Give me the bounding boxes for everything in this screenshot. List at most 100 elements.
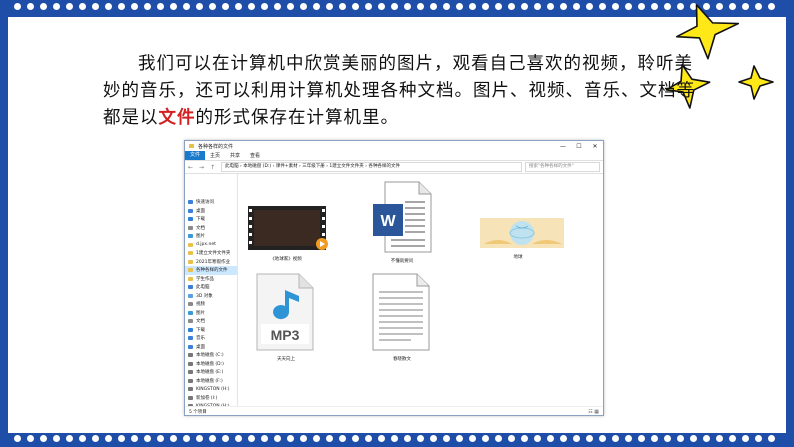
frame-dot	[313, 435, 320, 442]
nav-item[interactable]: 3D 对象	[185, 292, 237, 301]
frame-dot	[417, 435, 424, 442]
nav-item[interactable]: 文档	[185, 224, 237, 233]
frame-dot	[534, 3, 541, 10]
frame-dot	[586, 435, 593, 442]
nav-folder-icon	[188, 208, 193, 213]
mp3-text: MP3	[271, 327, 300, 343]
nav-item[interactable]: 学生作品	[185, 275, 237, 284]
nav-item[interactable]: 桌面	[185, 207, 237, 216]
nav-item[interactable]: 桌面	[185, 343, 237, 352]
nav-item[interactable]: 本地磁盘 (D:)	[185, 360, 237, 369]
maximize-button[interactable]: ☐	[571, 143, 587, 150]
nav-item[interactable]: 各种各样的文件	[185, 266, 237, 275]
nav-item[interactable]: 下载	[185, 326, 237, 335]
nav-item[interactable]: 本地磁盘 (F:)	[185, 377, 237, 386]
nav-folder-icon	[188, 242, 193, 247]
frame-dot	[326, 435, 333, 442]
back-arrow-icon[interactable]: ←	[185, 164, 196, 171]
nav-folder-icon	[188, 336, 193, 341]
nav-item[interactable]: KINGSTON (H:)	[185, 385, 237, 394]
frame-dot	[404, 3, 411, 10]
frame-dot	[118, 3, 125, 10]
nav-item[interactable]: 本地磁盘 (C:)	[185, 351, 237, 360]
nav-item[interactable]: 下载	[185, 215, 237, 224]
frame-dot	[391, 435, 398, 442]
nav-item[interactable]: 快速访问	[185, 198, 237, 207]
nav-folder-icon	[188, 259, 193, 264]
minimize-button[interactable]: —	[555, 143, 571, 150]
frame-dot	[469, 3, 476, 10]
frame-dots-bottom	[8, 435, 786, 444]
nav-item[interactable]: 此电脑	[185, 283, 237, 292]
frame-dot	[183, 435, 190, 442]
nav-item-label: 图片	[196, 234, 205, 240]
frame-dot	[560, 3, 567, 10]
frame-dot	[118, 435, 125, 442]
tab-home[interactable]: 主页	[205, 152, 225, 159]
frame-dot	[547, 435, 554, 442]
frame-dot	[40, 435, 47, 442]
frame-dot	[300, 435, 307, 442]
nav-item[interactable]: 2021年寒假作业	[185, 258, 237, 267]
tab-file[interactable]: 文件	[185, 151, 206, 160]
frame-dot	[430, 435, 437, 442]
nav-folder-icon	[188, 276, 193, 281]
file-item-mp3[interactable]: MP3 天天向上	[246, 272, 326, 362]
nav-item-label: 本地磁盘 (F:)	[196, 378, 223, 384]
frame-dot	[651, 3, 658, 10]
file-label: 不懂就要问	[390, 259, 414, 264]
mp3-file-icon: MP3	[256, 273, 314, 351]
nav-folder-icon	[188, 395, 193, 400]
tab-view[interactable]: 查看	[245, 152, 265, 159]
close-button[interactable]: ✕	[587, 143, 603, 150]
frame-dot	[547, 3, 554, 10]
nav-item[interactable]: 本地磁盘 (E:)	[185, 368, 237, 377]
nav-item[interactable]: 音乐	[185, 334, 237, 343]
nav-item-label: 下载	[196, 217, 205, 223]
nav-item[interactable]: 图片	[185, 232, 237, 241]
file-list-area: 《地球家》视频 W 不懂就要问 地球 MP3 天天向上 春晓散文	[238, 174, 603, 406]
nav-item[interactable]: d.jpx.net	[185, 241, 237, 250]
file-item-word[interactable]: W 不懂就要问	[362, 180, 442, 264]
frame-dot	[690, 435, 697, 442]
file-item-video[interactable]: 《地球家》视频	[246, 204, 328, 262]
frame-dot	[92, 3, 99, 10]
file-item-text[interactable]: 春晓散文	[362, 272, 442, 362]
frame-dot	[313, 3, 320, 10]
nav-item-label: 文档	[196, 319, 205, 325]
frame-dot	[755, 435, 762, 442]
frame-dot	[157, 3, 164, 10]
frame-dot	[183, 3, 190, 10]
nav-item[interactable]: 图片	[185, 309, 237, 318]
word-letter: W	[380, 213, 396, 230]
nav-item[interactable]: KINGSTON (H:)	[185, 402, 237, 406]
view-toggle-icons[interactable]: ☷ ▦	[588, 409, 599, 415]
nav-item[interactable]: 1建立文件文件夹	[185, 249, 237, 258]
nav-item-label: 快速访问	[196, 200, 214, 206]
nav-folder-icon	[188, 285, 193, 290]
file-item-image[interactable]: 地球	[478, 216, 564, 260]
window-title: 各种各样的文件	[198, 143, 234, 150]
frame-dot	[508, 3, 515, 10]
frame-dot	[612, 435, 619, 442]
frame-dot	[14, 3, 21, 10]
nav-item-label: 3D 对象	[196, 293, 213, 299]
up-arrow-icon[interactable]: ↑	[207, 164, 218, 171]
frame-dot	[378, 435, 385, 442]
frame-dot	[612, 3, 619, 10]
nav-item-label: 此电脑	[196, 285, 210, 291]
nav-folder-icon	[188, 234, 193, 239]
forward-arrow-icon[interactable]: →	[196, 164, 207, 171]
nav-item[interactable]: 视频	[185, 300, 237, 309]
status-bar: 5 个项目 ☷ ▦	[185, 406, 603, 415]
address-path[interactable]: 此电脑 › 本地磁盘 (D:) › 课件+素材 › 三年级下册 › 1建立文件文…	[221, 162, 522, 172]
search-input[interactable]: 搜索"各种各样的文件"	[525, 162, 600, 172]
frame-dot	[352, 3, 359, 10]
navigation-pane: 快速访问 桌面 下载 文档 图片 d.jpx.net 1建立文件文件夹 2021年寒假作业 各种…	[185, 174, 238, 406]
nav-folder-icon	[188, 327, 193, 332]
tab-share[interactable]: 共享	[225, 152, 245, 159]
frame-dot	[66, 3, 73, 10]
nav-item[interactable]: 新加卷 (I:)	[185, 394, 237, 403]
frame-dot	[443, 435, 450, 442]
nav-item[interactable]: 文档	[185, 317, 237, 326]
